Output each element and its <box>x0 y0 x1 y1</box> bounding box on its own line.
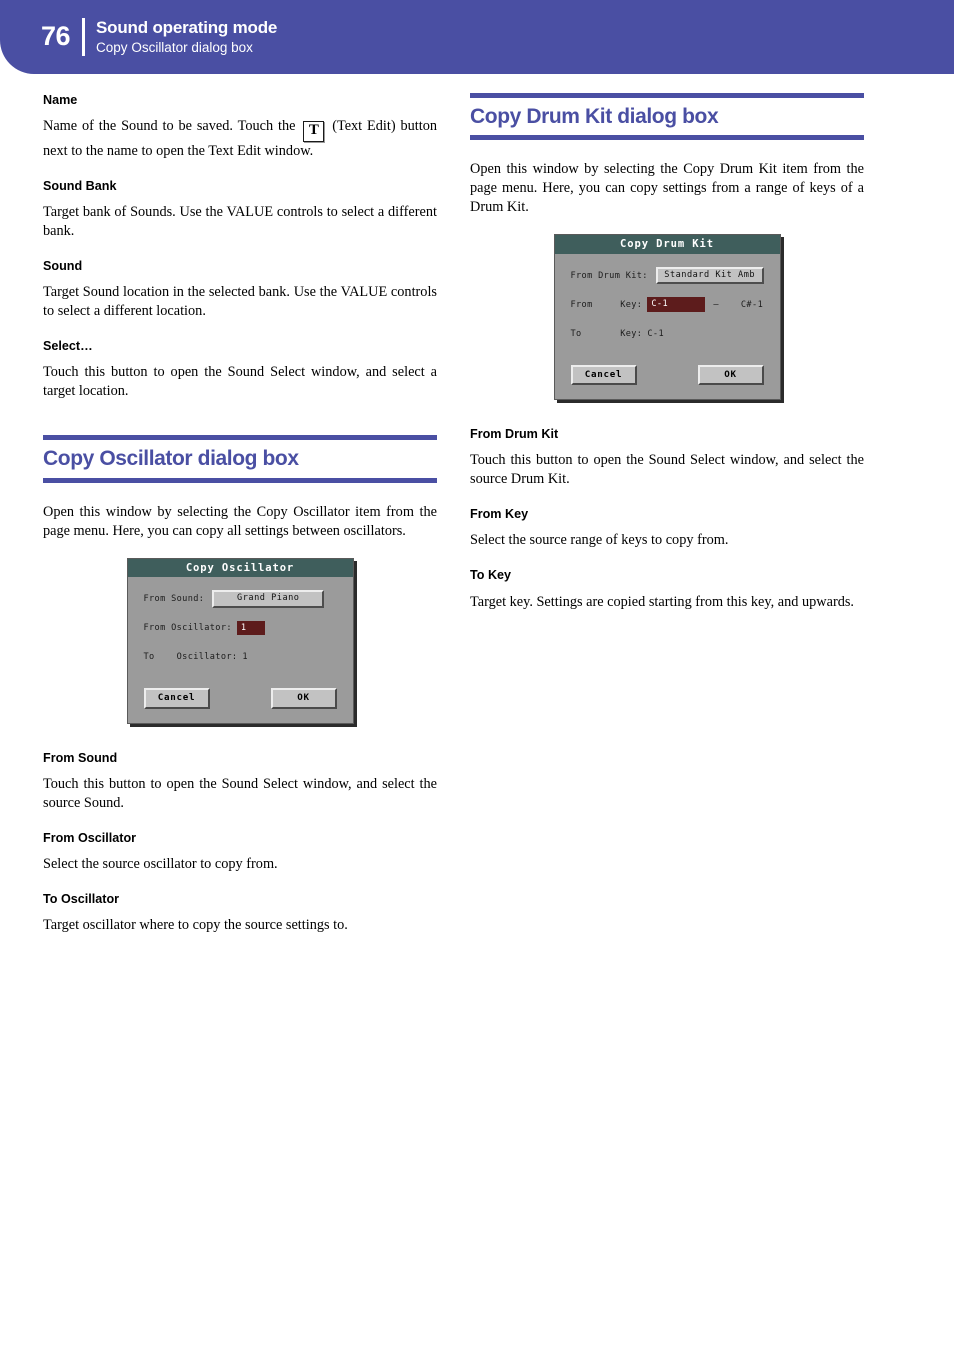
section-sound: Sound Target Sound location in the selec… <box>43 259 437 321</box>
section-title-copy-oscillator: Copy Oscillator dialog box <box>43 447 299 471</box>
section-name: Name Name of the Sound to be saved. Touc… <box>43 93 437 161</box>
section-to-key: To Key Target key. Settings are copied s… <box>470 568 864 611</box>
lcd-field-from-key-value[interactable]: C-1 <box>647 297 706 312</box>
subheading-sound: Sound <box>43 259 83 274</box>
lcd-dialog-copy-oscillator: Copy Oscillator From Sound: Grand Piano … <box>126 557 354 724</box>
lcd-footer-spacer <box>210 688 271 709</box>
subheading-from-key: From Key <box>470 507 529 522</box>
section-from-key: From Key Select the source range of keys… <box>470 507 864 550</box>
lcd-cancel-button-drum-kit[interactable]: Cancel <box>570 364 637 386</box>
lcd-row-from-sound: From Sound: Grand Piano <box>143 590 337 608</box>
paragraph-from-oscillator: Select the source oscillator to copy fro… <box>43 855 278 872</box>
lcd-value-from-key-end[interactable]: C#-1 <box>741 300 763 310</box>
lcd-row-from-key: From Key: C-1 – C#-1 <box>571 297 764 313</box>
figure-copy-oscillator-dialog: Copy Oscillator From Sound: Grand Piano … <box>43 557 437 724</box>
lcd-row-to-key: To Key: C-1 <box>571 326 764 342</box>
subheading-from-drum-kit: From Drum Kit <box>470 427 559 442</box>
subheading-from-oscillator: From Oscillator <box>43 830 137 845</box>
lcd-row-to-oscillator: To Oscillator: 1 <box>144 649 337 665</box>
section-from-oscillator: From Oscillator Select the source oscill… <box>43 831 437 874</box>
name-text-before: Name of the Sound to be saved. Touch the <box>43 118 301 135</box>
lcd-label-from-sound: From Sound: <box>143 594 205 605</box>
lcd-value-to-oscillator[interactable]: 1 <box>242 652 248 662</box>
lcd-button-from-drum-kit-value[interactable]: Standard Kit Amb <box>655 266 764 285</box>
paragraph-to-key: Target key. Settings are copied starting… <box>470 593 854 610</box>
paragraph-copy-drum-kit-intro: Open this window by selecting the Copy D… <box>470 161 864 216</box>
paragraph-from-key: Select the source range of keys to copy … <box>470 532 729 549</box>
subheading-to-oscillator: To Oscillator <box>43 891 120 906</box>
paragraph-from-sound: Touch this button to open the Sound Sele… <box>43 775 437 811</box>
section-from-drum-kit: From Drum Kit Touch this button to open … <box>470 427 864 489</box>
lcd-label-from-drum-kit: From Drum Kit: <box>570 270 648 281</box>
lcd-body-copy-drum-kit: From Drum Kit: Standard Kit Amb From Key… <box>555 254 780 355</box>
lcd-button-from-sound-value[interactable]: Grand Piano <box>212 590 325 608</box>
paragraph-select: Touch this button to open the Sound Sele… <box>43 364 437 400</box>
lcd-row-from-oscillator: From Oscillator: 1 <box>144 620 337 636</box>
section-sound-bank: Sound Bank Target bank of Sounds. Use th… <box>43 179 437 241</box>
lcd-title-copy-oscillator: Copy Oscillator <box>127 558 353 578</box>
paragraph-sound: Target Sound location in the selected ba… <box>43 284 437 320</box>
subheading-name: Name <box>43 93 78 107</box>
lcd-ok-button-drum-kit[interactable]: OK <box>697 364 764 386</box>
lcd-label-from-key: From Key: <box>570 299 643 310</box>
section-to-oscillator: To Oscillator Target oscillator where to… <box>43 892 437 935</box>
paragraph-name: Name of the Sound to be saved. Touch the… <box>43 117 437 161</box>
lcd-label-from-oscillator: From Oscillator: <box>143 623 232 634</box>
header-divider <box>82 17 86 56</box>
section-heading-copy-drum-kit: Copy Drum Kit dialog box <box>470 93 864 141</box>
lcd-field-from-oscillator-value[interactable]: 1 <box>236 620 265 636</box>
lcd-cancel-button-oscillator[interactable]: Cancel <box>143 688 210 709</box>
heading-rule-top-right <box>470 93 864 98</box>
left-column: Name Name of the Sound to be saved. Touc… <box>43 93 437 935</box>
header-titles: Sound operating mode Copy Oscillator dia… <box>96 17 277 57</box>
header-title: Sound operating mode <box>96 18 278 38</box>
page-number: 76 <box>41 21 71 52</box>
lcd-key-range-separator: – <box>713 299 719 310</box>
lcd-body-copy-oscillator: From Sound: Grand Piano From Oscillator:… <box>128 577 353 678</box>
section-heading-copy-oscillator: Copy Oscillator dialog box <box>43 435 437 483</box>
paragraph-copy-oscillator-intro: Open this window by selecting the Copy O… <box>43 503 437 539</box>
paragraph-from-drum-kit: Touch this button to open the Sound Sele… <box>470 452 864 488</box>
section-title-copy-drum-kit: Copy Drum Kit dialog box <box>470 105 719 128</box>
subheading-sound-bank: Sound Bank <box>43 179 117 194</box>
right-column: Copy Drum Kit dialog box Open this windo… <box>470 93 864 612</box>
paragraph-to-oscillator: Target oscillator where to copy the sour… <box>43 916 348 933</box>
paragraph-sound-bank: Target bank of Sounds. Use the VALUE con… <box>43 204 437 240</box>
lcd-footer-copy-oscillator: Cancel OK <box>128 678 353 723</box>
subheading-select: Select… <box>43 339 93 354</box>
header-inner: 76 Sound operating mode Copy Oscillator … <box>41 17 277 57</box>
subheading-from-sound: From Sound <box>43 750 118 765</box>
section-select: Select… Touch this button to open the So… <box>43 339 437 401</box>
lcd-label-to-oscillator: To Oscillator: <box>143 652 238 663</box>
lcd-value-to-key[interactable]: C-1 <box>647 329 664 339</box>
subheading-to-key: To Key <box>470 568 512 583</box>
lcd-dialog-copy-drum-kit: Copy Drum Kit From Drum Kit: Standard Ki… <box>553 234 781 401</box>
lcd-title-copy-drum-kit: Copy Drum Kit <box>554 235 780 254</box>
heading-rule-top <box>43 435 437 441</box>
lcd-row-from-drum-kit: From Drum Kit: Standard Kit Amb <box>570 266 764 285</box>
section-from-sound: From Sound Touch this button to open the… <box>43 751 437 813</box>
lcd-footer-copy-drum-kit: Cancel OK <box>555 355 780 400</box>
page-header-banner: 76 Sound operating mode Copy Oscillator … <box>0 0 954 74</box>
lcd-ok-button-oscillator[interactable]: OK <box>270 688 337 709</box>
lcd-footer-spacer-right <box>637 365 698 386</box>
header-subtitle: Copy Oscillator dialog box <box>96 40 253 56</box>
lcd-label-to-key: To Key: <box>570 328 643 339</box>
figure-copy-drum-kit-dialog: Copy Drum Kit From Drum Kit: Standard Ki… <box>470 234 864 401</box>
text-edit-icon: T <box>303 121 325 143</box>
